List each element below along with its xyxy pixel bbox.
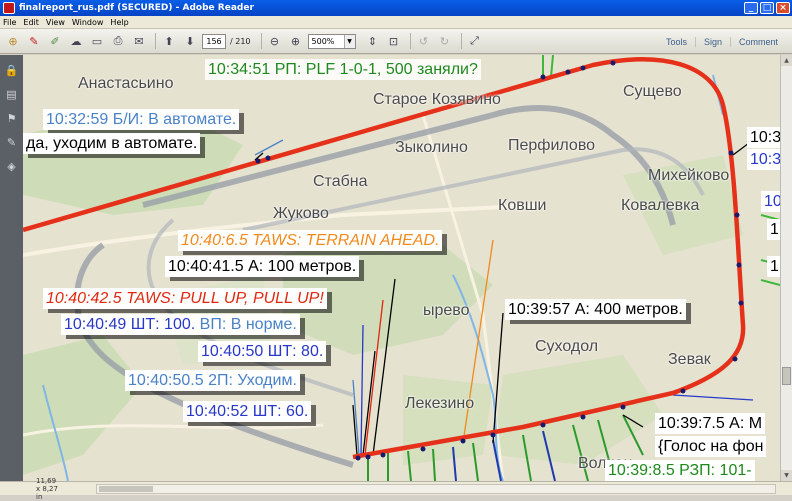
place-label: Зыколино (395, 139, 468, 156)
fit-page-icon[interactable]: ⇕ (364, 32, 382, 50)
open-icon[interactable]: ⊕ (4, 32, 22, 50)
annotation-label: 10:40:52 ШТ: 60. (183, 401, 312, 422)
menu-window[interactable]: Window (72, 18, 104, 27)
adobe-reader-window: finalreport_rus.pdf (SECURED) - Adobe Re… (0, 0, 792, 501)
separator (460, 33, 462, 49)
vertical-scrollbar[interactable]: ▲ ▼ (780, 55, 792, 481)
full-screen-icon[interactable]: ⤢ (466, 32, 484, 50)
menu-view[interactable]: View (46, 18, 65, 27)
zoom-value: 500% (311, 36, 335, 46)
annotation-label: 10:40:50 ШТ: 80. (198, 341, 327, 362)
place-label: Лекезино (405, 395, 475, 412)
lock-icon[interactable]: 🔒 (5, 63, 19, 77)
separator (409, 33, 411, 49)
print-icon[interactable]: ⎙ (109, 32, 127, 50)
annotation-label: {Голос на фон (655, 436, 767, 457)
create-pdf-icon[interactable]: ✎ (25, 32, 43, 50)
place-label: Перфилово (508, 137, 596, 154)
minimize-button[interactable]: _ (744, 2, 758, 14)
zoom-select[interactable]: 500% ▼ (307, 33, 356, 49)
pages-icon[interactable]: ▤ (5, 87, 19, 101)
annotation-label: 10:32:59 Б/И: В автомате. (43, 109, 240, 130)
place-label: Анастасьино (78, 75, 174, 92)
zoom-out-icon[interactable]: ⊖ (266, 32, 284, 50)
menu-help[interactable]: Help (110, 18, 128, 27)
tools-link[interactable]: Tools (658, 37, 695, 47)
adobe-reader-icon (3, 2, 15, 14)
document-view[interactable]: Анастасьино Старое Козявино Сущево Зыкол… (23, 55, 780, 481)
page-size: 11,69 x 8,27 in (36, 476, 58, 501)
scroll-thumb[interactable] (99, 486, 153, 492)
separator (260, 33, 262, 49)
annotation-label: 10:40:42.5 TAWS: PULL UP, PULL UP! (43, 288, 327, 309)
annotation-label: 10:34:51 РП: PLF 1-0-1, 500 заняли? (205, 59, 481, 80)
annotation-label: да, уходим в автомате. (23, 133, 201, 154)
zoom-in-icon[interactable]: ⊕ (287, 32, 305, 50)
place-label: Жуково (273, 205, 329, 222)
edit-icon[interactable]: ✐ (46, 32, 64, 50)
place-label: Зевак (668, 351, 711, 368)
status-bar: 11,69 x 8,27 in (0, 477, 792, 501)
annotation-label: 10:3 (747, 127, 780, 148)
annotation-label: 10:3 (747, 149, 780, 170)
close-button[interactable]: × (776, 2, 790, 14)
attachment-icon[interactable]: ✎ (5, 135, 19, 149)
place-label: Сущево (623, 83, 682, 100)
rotate-icon[interactable]: ↻ (436, 32, 454, 50)
toolbar-links: Tools Sign Comment (658, 29, 786, 54)
rotate-icon[interactable]: ↺ (415, 32, 433, 50)
cloud-icon[interactable]: ☁ (67, 32, 85, 50)
annotation-label: 10:39:57 А: 400 метров. (505, 299, 686, 320)
annotation-label: 1 (767, 219, 780, 240)
save-icon[interactable]: ▭ (88, 32, 106, 50)
annotation-label: 10:39:7.5 А: М (655, 413, 766, 434)
scroll-up-icon[interactable]: ▲ (781, 55, 792, 66)
scroll-down-icon[interactable]: ▼ (781, 470, 792, 481)
page-total: / 210 (230, 36, 251, 46)
prev-page-icon[interactable]: ⬆ (160, 32, 178, 50)
place-label: ырево (423, 302, 470, 319)
annotation-label: 10:40:6.5 TAWS: TERRAIN AHEAD. (178, 230, 443, 251)
annotation-text: 10:40:49 ШТ: 100. (64, 316, 196, 333)
chevron-down-icon[interactable]: ▼ (343, 34, 355, 48)
menu-bar: File Edit View Window Help (0, 16, 792, 29)
layers-icon[interactable]: ◈ (5, 159, 19, 173)
annotation-text: ВП: В норме. (199, 316, 297, 333)
maximize-button[interactable]: □ (760, 2, 774, 14)
next-page-icon[interactable]: ⬇ (181, 32, 199, 50)
horizontal-scrollbar[interactable] (96, 484, 776, 494)
toolbar: ⊕ ✎ ✐ ☁ ▭ ⎙ ✉ ⬆ ⬇ 156 / 210 ⊖ ⊕ 500% ▼ ⇕… (0, 29, 792, 54)
annotation-label: 10:40:41.5 А: 100 метров. (165, 256, 360, 277)
place-label: Михейково (648, 167, 730, 184)
place-label: Стабна (313, 173, 368, 190)
separator (155, 33, 156, 49)
place-label: Суходол (535, 338, 599, 355)
page-number-input[interactable]: 156 (202, 33, 226, 49)
title-bar: finalreport_rus.pdf (SECURED) - Adobe Re… (0, 0, 792, 16)
bookmark-icon[interactable]: ⚑ (5, 111, 19, 125)
annotation-label: 10:40:50.5 2П: Уходим. (125, 370, 300, 391)
place-label: Старое Козявино (373, 91, 501, 108)
email-icon[interactable]: ✉ (130, 32, 148, 50)
place-label: Ковалевка (621, 197, 700, 214)
fit-width-icon[interactable]: ⊡ (385, 32, 403, 50)
annotation-label: 1 (767, 256, 780, 277)
window-title: finalreport_rus.pdf (SECURED) - Adobe Re… (19, 3, 254, 13)
annotation-label: 10:40:49 ШТ: 100. ВП: В норме. (61, 314, 300, 335)
sign-link[interactable]: Sign (694, 36, 730, 47)
navigation-panel: 🔒 ▤ ⚑ ✎ ◈ (0, 55, 23, 481)
annotation-label: 10 (761, 191, 780, 212)
scroll-thumb[interactable] (782, 367, 791, 385)
menu-file[interactable]: File (3, 18, 16, 27)
place-label: Ковши (498, 197, 547, 214)
comment-link[interactable]: Comment (729, 36, 786, 47)
annotation-label: 10:39:8.5 РЗП: 101- (605, 460, 755, 481)
menu-edit[interactable]: Edit (23, 18, 39, 27)
